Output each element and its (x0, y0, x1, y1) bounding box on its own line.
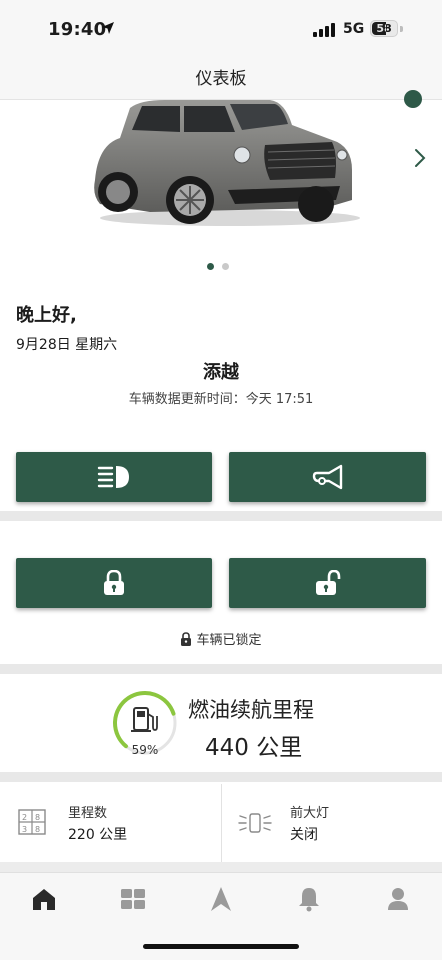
nav-dashboard[interactable] (119, 885, 147, 913)
greeting-text: 晚上好, (16, 305, 77, 326)
network-type: 5G (343, 21, 365, 37)
fuel-percent: 59% (131, 743, 159, 757)
carousel-dot[interactable] (207, 263, 214, 270)
location-arrow-icon (102, 22, 114, 34)
date-text: 9月28日 星期六 (16, 337, 118, 353)
unlock-icon (315, 570, 340, 595)
section-separator (0, 772, 442, 782)
home-icon (33, 889, 55, 910)
fuel-range-title: 燃油续航里程 (188, 698, 314, 722)
navigation-arrow-icon (211, 887, 231, 911)
status-time: 19:40 (48, 19, 107, 40)
nav-profile[interactable] (384, 885, 412, 913)
signal-icon (313, 23, 335, 37)
horn-icon (312, 464, 342, 490)
odometer-icon: 2 8 3 8 (18, 809, 46, 835)
svg-text:8: 8 (35, 825, 40, 834)
vehicle-carousel[interactable] (0, 90, 442, 270)
carousel-indicator-icon (404, 90, 422, 108)
battery-level: 58 (376, 22, 392, 35)
svg-text:8: 8 (35, 813, 40, 822)
grid-icon (121, 889, 145, 909)
vehicle-name: 添越 (203, 362, 239, 383)
page-title: 仪表板 (195, 69, 247, 89)
nav-notifications[interactable] (295, 885, 323, 913)
nav-home[interactable] (30, 885, 58, 913)
home-indicator (143, 944, 299, 949)
lock-status-text: 车辆已锁定 (196, 633, 262, 648)
headlights-label: 前大灯 (290, 806, 330, 821)
vehicle-image (94, 100, 360, 226)
svg-text:2: 2 (22, 813, 27, 822)
lock-small-icon (181, 632, 192, 646)
odometer-label: 里程数 (68, 806, 108, 821)
headlights-value: 关闭 (290, 827, 318, 843)
section-separator (0, 664, 442, 674)
horn-button[interactable] (229, 452, 426, 502)
unlock-button[interactable] (229, 558, 426, 608)
headlight-status-icon (238, 813, 272, 833)
battery-icon: 58 (370, 20, 398, 37)
odometer-value: 220 公里 (68, 827, 128, 843)
tile-divider (221, 784, 222, 862)
section-separator (0, 511, 442, 521)
top-bar: 19:40 5G 58 仪表板 (0, 0, 442, 100)
headlight-button[interactable] (16, 452, 212, 502)
person-icon (388, 888, 408, 910)
lock-icon (104, 570, 124, 595)
lock-button[interactable] (16, 558, 212, 608)
lock-status: 车辆已锁定 (0, 629, 442, 648)
carousel-dot[interactable] (222, 263, 229, 270)
fuel-range-value: 440 公里 (205, 735, 303, 761)
update-time: 车辆数据更新时间：今天 17:51 (128, 392, 314, 407)
status-bar: 19:40 5G 58 (0, 0, 442, 56)
fuel-pump-icon (131, 707, 158, 732)
headlight-icon (97, 466, 129, 488)
section-separator (0, 862, 442, 872)
battery-cap (400, 26, 403, 32)
carousel-dots (207, 255, 237, 274)
chevron-right-icon[interactable] (412, 146, 428, 170)
bell-icon (299, 888, 319, 912)
svg-text:3: 3 (22, 825, 27, 834)
nav-navigation[interactable] (207, 885, 235, 913)
